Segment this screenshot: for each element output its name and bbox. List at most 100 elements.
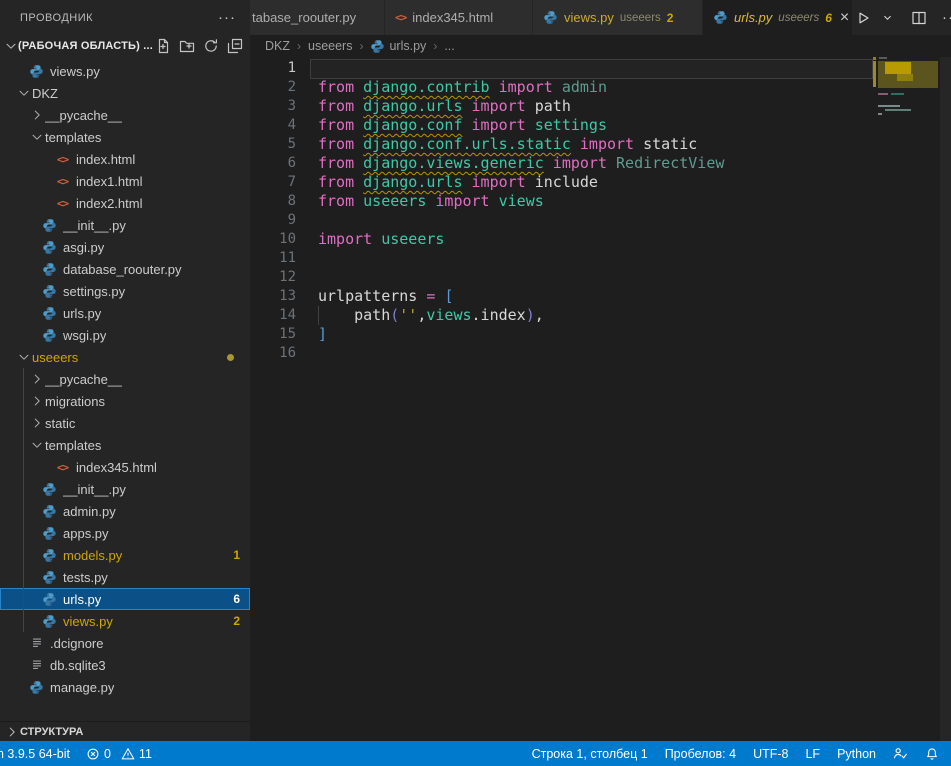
error-icon xyxy=(86,747,100,761)
code-line-2[interactable]: 2from django.contrib import admin xyxy=(250,78,951,97)
collapse-all-button[interactable] xyxy=(225,37,244,56)
file-file-icon xyxy=(28,636,45,650)
encoding-item[interactable]: UTF-8 xyxy=(753,747,788,761)
tree-item-apps-py[interactable]: apps.py xyxy=(0,522,250,544)
code-line-10[interactable]: 10import useeers xyxy=(250,230,951,249)
code-editor[interactable]: 12from django.contrib import admin3from … xyxy=(250,57,951,741)
tree-item-index345-html[interactable]: <>index345.html xyxy=(0,456,250,478)
refresh-button[interactable] xyxy=(201,37,220,56)
tree-item-init-py[interactable]: __init__.py xyxy=(0,478,250,500)
code-token: static xyxy=(643,135,697,153)
bell-icon[interactable] xyxy=(925,747,939,761)
code-line-15[interactable]: 15] xyxy=(250,325,951,344)
tree-item-label: __init__.py xyxy=(63,482,126,497)
py-file-icon xyxy=(41,504,58,519)
code-token: django.views.generic xyxy=(363,154,544,172)
tree-item-wsgi-py[interactable]: wsgi.py xyxy=(0,324,250,346)
tree-item-templates[interactable]: templates xyxy=(0,126,250,148)
code-token: import xyxy=(463,173,535,191)
tree-item-index2-html[interactable]: <>index2.html xyxy=(0,192,250,214)
breadcrumb-item-useeers[interactable]: useeers xyxy=(308,39,352,53)
breadcrumb-item-urls-py[interactable]: urls.py xyxy=(370,39,426,54)
tree-item-index-html[interactable]: <>index.html xyxy=(0,148,250,170)
explorer-more-button[interactable]: ··· xyxy=(218,13,236,23)
minimap-mark xyxy=(885,109,911,111)
line-number: 6 xyxy=(250,154,296,173)
tree-item-views-py[interactable]: views.py2 xyxy=(0,610,250,632)
tab-urls-py[interactable]: urls.pyuseeers6× xyxy=(703,0,852,35)
tab-views-py[interactable]: views.pyuseeers2 xyxy=(533,0,702,35)
code-line-7[interactable]: 7from django.urls import include xyxy=(250,173,951,192)
cursor-position-item[interactable]: Строка 1, столбец 1 xyxy=(532,747,648,761)
breadcrumb-label: useeers xyxy=(308,39,352,53)
split-editor-button[interactable] xyxy=(909,6,929,30)
tree-item-static[interactable]: static xyxy=(0,412,250,434)
code-line-11[interactable]: 11 xyxy=(250,249,951,268)
tree-item-useeers[interactable]: useeers xyxy=(0,346,250,368)
language-mode-item[interactable]: Python xyxy=(837,747,876,761)
minimap[interactable] xyxy=(873,57,943,217)
tree-item-migrations[interactable]: migrations xyxy=(0,390,250,412)
run-dropdown-icon[interactable] xyxy=(877,6,897,30)
tree-item-templates[interactable]: templates xyxy=(0,434,250,456)
tree-item-tests-py[interactable]: tests.py xyxy=(0,566,250,588)
run-button[interactable] xyxy=(853,6,873,30)
line-number: 16 xyxy=(250,344,296,363)
breadcrumb-item-[interactable]: ... xyxy=(444,39,454,53)
code-line-5[interactable]: 5from django.conf.urls.static import sta… xyxy=(250,135,951,154)
feedback-icon[interactable] xyxy=(893,746,908,761)
code-line-12[interactable]: 12 xyxy=(250,268,951,287)
breadcrumb-item-dkz[interactable]: DKZ xyxy=(265,39,290,53)
close-icon[interactable]: × xyxy=(840,11,849,25)
more-actions-button[interactable]: ··· xyxy=(941,6,951,30)
tree-item-asgi-py[interactable]: asgi.py xyxy=(0,236,250,258)
code-line-8[interactable]: 8 from useeers import views xyxy=(250,192,951,211)
indentation-item[interactable]: Пробелов: 4 xyxy=(665,747,736,761)
vscode-window: ПРОВОДНИК ··· (РАБОЧАЯ ОБЛАСТЬ) ... view… xyxy=(0,0,951,766)
code-line-text: from useeers import views xyxy=(318,192,544,211)
code-line-9[interactable]: 9 xyxy=(250,211,951,230)
code-token: useeers xyxy=(363,192,426,210)
code-line-6[interactable]: 6from django.views.generic import Redire… xyxy=(250,154,951,173)
tree-item-database-roouter-py[interactable]: database_roouter.py xyxy=(0,258,250,280)
indent-guide xyxy=(318,306,319,325)
tree-item-pycache[interactable]: __pycache__ xyxy=(0,368,250,390)
eol-item[interactable]: LF xyxy=(805,747,820,761)
outline-section-header[interactable]: СТРУКТУРА xyxy=(0,721,250,741)
tree-item-dcignore[interactable]: .dcignore xyxy=(0,632,250,654)
tree-item-views-py[interactable]: views.py xyxy=(0,60,250,82)
code-line-13[interactable]: 13urlpatterns = [ xyxy=(250,287,951,306)
tree-item-admin-py[interactable]: admin.py xyxy=(0,500,250,522)
tree-item-urls-py[interactable]: urls.py xyxy=(0,302,250,324)
tree-item-index1-html[interactable]: <>index1.html xyxy=(0,170,250,192)
tree-item-init-py[interactable]: __init__.py xyxy=(0,214,250,236)
tree-item-label: templates xyxy=(45,438,101,453)
tree-item-dkz[interactable]: DKZ xyxy=(0,82,250,104)
line-number: 8 xyxy=(250,192,296,211)
tree-item-settings-py[interactable]: settings.py xyxy=(0,280,250,302)
code-line-4[interactable]: 4from django.conf import settings xyxy=(250,116,951,135)
code-line-14[interactable]: 14 path('',views.index), xyxy=(250,306,951,325)
code-token: django.conf.urls.static xyxy=(363,135,571,153)
problems-item[interactable]: 0 11 xyxy=(86,747,152,761)
tab-tabase-roouter-py[interactable]: tabase_roouter.py xyxy=(250,0,384,35)
code-token: import xyxy=(318,230,381,248)
breadcrumb-separator: › xyxy=(359,39,363,53)
code-line-16[interactable]: 16 xyxy=(250,344,951,363)
new-file-button[interactable] xyxy=(153,37,172,56)
tab-index345-html[interactable]: <>index345.html xyxy=(385,0,532,35)
tree-item-manage-py[interactable]: manage.py xyxy=(0,676,250,698)
workspace-section-header[interactable]: (РАБОЧАЯ ОБЛАСТЬ) ... xyxy=(0,35,250,57)
editor-scrollbar[interactable] xyxy=(940,57,951,741)
tree-item-pycache[interactable]: __pycache__ xyxy=(0,104,250,126)
tree-item-models-py[interactable]: models.py1 xyxy=(0,544,250,566)
tree-item-urls-py[interactable]: urls.py6 xyxy=(0,588,250,610)
code-line-1[interactable]: 1 xyxy=(250,59,951,78)
code-line-3[interactable]: 3from django.urls import path xyxy=(250,97,951,116)
tree-item-db-sqlite3[interactable]: db.sqlite3 xyxy=(0,654,250,676)
line-number: 10 xyxy=(250,230,296,249)
python-version-item[interactable]: n 3.9.5 64-bit xyxy=(0,747,70,761)
code-line-text: ] xyxy=(318,325,327,344)
new-folder-button[interactable] xyxy=(177,37,196,56)
code-token: from xyxy=(318,173,363,191)
